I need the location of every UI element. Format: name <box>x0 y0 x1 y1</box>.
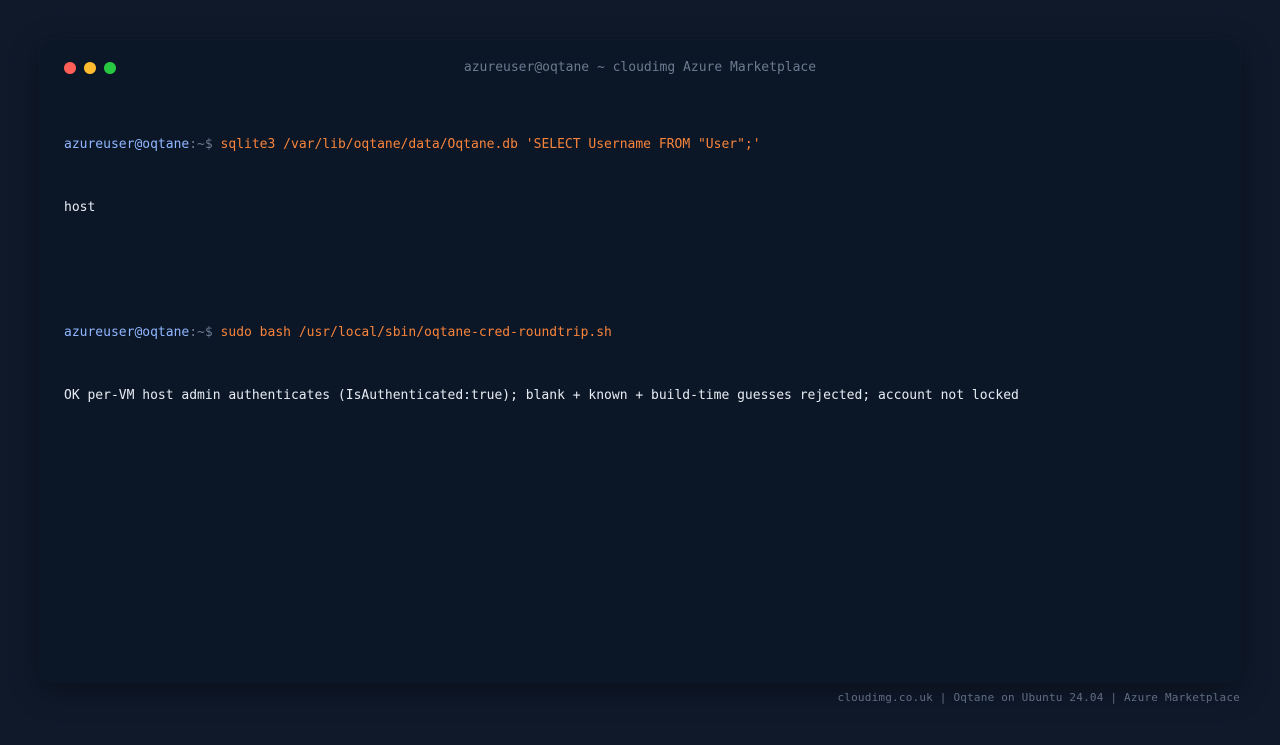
command-text: sqlite3 /var/lib/oqtane/data/Oqtane.db '… <box>220 137 761 152</box>
prompt-user: azureuser@oqtane <box>64 137 190 152</box>
window-titlebar: azureuser@oqtane ~ cloudimg Azure Market… <box>40 40 1240 96</box>
terminal-output-area[interactable]: azureuser@oqtane:~$ sqlite3 /var/lib/oqt… <box>64 92 1216 448</box>
prompt-user: azureuser@oqtane <box>64 325 190 340</box>
command-line: azureuser@oqtane:~$ sudo bash /usr/local… <box>64 322 1216 343</box>
footer-caption: cloudimg.co.uk | Oqtane on Ubuntu 24.04 … <box>837 691 1240 704</box>
command-output: host <box>64 200 96 215</box>
terminal-window: azureuser@oqtane ~ cloudimg Azure Market… <box>40 40 1240 682</box>
prompt-path: :~$ <box>189 137 221 152</box>
prompt-path: :~$ <box>189 325 221 340</box>
window-title: azureuser@oqtane ~ cloudimg Azure Market… <box>463 60 817 75</box>
command-output: OK per-VM host admin authenticates (IsAu… <box>64 388 1019 403</box>
command-line: azureuser@oqtane:~$ sqlite3 /var/lib/oqt… <box>64 134 1216 155</box>
command-text: sudo bash /usr/local/sbin/oqtane-cred-ro… <box>220 325 612 340</box>
